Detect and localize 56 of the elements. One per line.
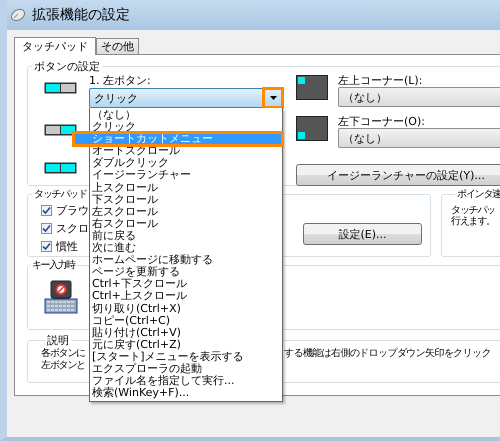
description-text: タッチパッ [451, 205, 496, 216]
dropdown-option[interactable]: 前に戻る [90, 230, 282, 242]
dropdown-option[interactable]: 貼り付け(Ctrl+V) [90, 326, 282, 339]
dropdown-option[interactable]: クリック [90, 121, 282, 134]
dropdown-option[interactable]: コピー(Ctrl+C) [90, 314, 282, 327]
dropdown-option[interactable]: ホームページに移動する [90, 254, 282, 266]
dropdown-option[interactable]: ダブルクリック [90, 157, 282, 170]
settings-button[interactable]: 設定(E)... [303, 223, 422, 245]
description-text: 各ボタンに [41, 348, 86, 360]
checkbox-label: ブラウ [56, 202, 89, 218]
dropdown-option[interactable]: 上スクロール [90, 182, 282, 194]
dropdown-option[interactable]: ページを更新する [90, 266, 282, 278]
description-text: する機能は右側のドロップダウン矢印をクリック [284, 348, 491, 360]
dropdown-field[interactable]: （なし） [338, 128, 500, 148]
dropdown-option[interactable]: 切り取り(Ctrl+X) [90, 302, 282, 315]
checkbox-label: 慣性 [56, 238, 78, 254]
field-label: 左上コーナー(L): [338, 74, 424, 87]
tab[interactable]: タッチパッド [14, 37, 96, 55]
window-title: 拡張機能の設定 [32, 6, 130, 24]
touchpad-buttons-icon [44, 162, 77, 174]
checkbox[interactable] [41, 222, 52, 234]
touchpad-corner-icon [296, 116, 328, 141]
mouse-icon [10, 8, 26, 22]
touchpad-buttons-icon [44, 82, 77, 94]
tab[interactable]: その他 [96, 38, 139, 54]
field-label: 左下コーナー(O): [338, 115, 426, 128]
dropdown-option[interactable]: ファイル名を指定して実行... [90, 375, 282, 388]
dropdown-option[interactable]: 下スクロール [90, 194, 282, 206]
touchpad-corner-icon [296, 75, 328, 100]
group-title: キー入力時 [31, 258, 76, 272]
field-label: 1. 左ボタン: [89, 74, 152, 87]
dropdown-option[interactable]: Ctrl+下スクロール [90, 278, 282, 290]
dropdown-option[interactable]: 元に戻す(Ctrl+Z) [90, 338, 282, 351]
dropdown-option[interactable]: イージーランチャー [90, 169, 282, 182]
group-title: 説明 [46, 333, 70, 348]
checkbox[interactable] [41, 204, 52, 216]
dropdown-option[interactable]: Ctrl+上スクロール [90, 290, 282, 302]
group-title: タッチパッド [33, 188, 88, 201]
dropdown-option[interactable]: 右スクロール [90, 218, 282, 230]
dropdown-option[interactable]: 次に進む [90, 242, 282, 254]
group-title: ボタンの設定 [33, 59, 101, 74]
dropdown-option[interactable]: [スタート]メニューを表示する [90, 350, 282, 363]
dropdown-field[interactable]: （なし） [338, 87, 500, 107]
keyboard-lock-icon [44, 280, 78, 314]
dropdown-option[interactable]: エクスプローラの起動 [90, 362, 282, 376]
dropdown-option[interactable]: （なし） [90, 109, 282, 122]
checkbox-label: スクロ [56, 220, 89, 236]
touchpad-buttons-icon [44, 124, 77, 136]
dropdown-option[interactable]: 検索(WinKey+F)... [90, 387, 282, 400]
description-text: 行えます。 [451, 216, 496, 227]
description-text: 左ボタンと [41, 360, 86, 372]
launcher-settings-button[interactable]: イージーランチャーの設定(Y)... [296, 164, 500, 186]
checkbox[interactable] [41, 240, 52, 252]
dropdown-arrow-icon[interactable] [265, 90, 281, 106]
dropdown-field[interactable]: クリック [89, 88, 283, 108]
dropdown-option[interactable]: 左スクロール [90, 206, 282, 218]
